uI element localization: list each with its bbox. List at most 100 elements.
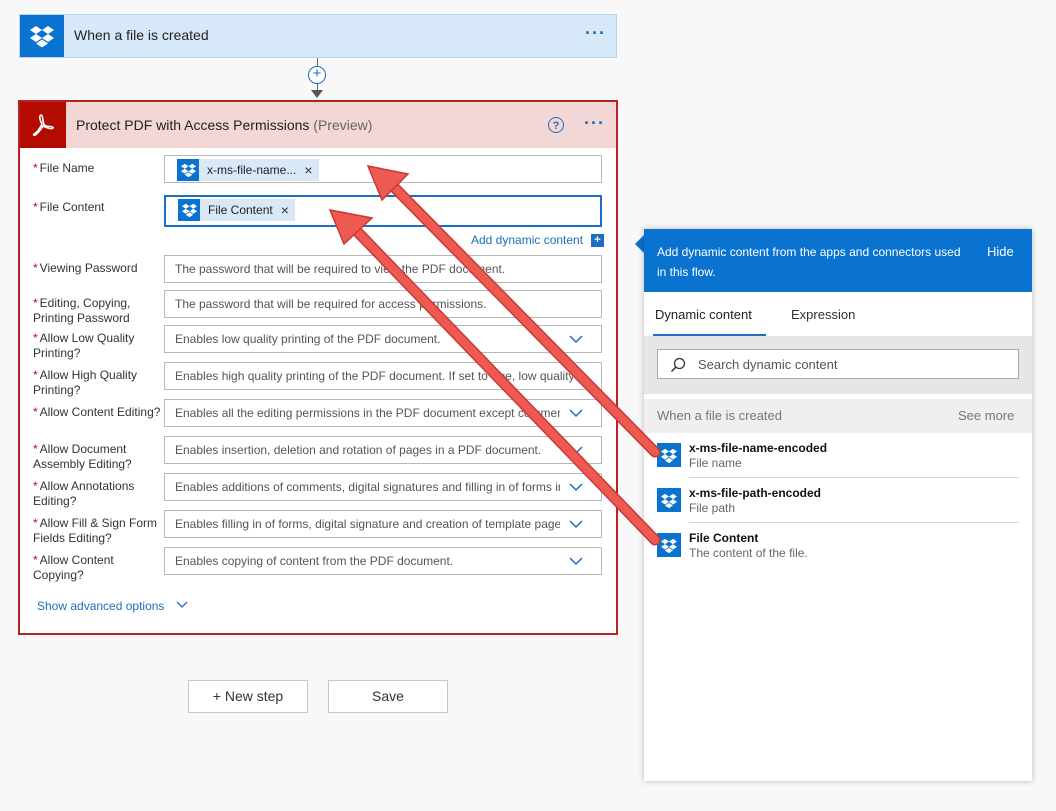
content-editing-select[interactable]: Enables all the editing permissions in t… xyxy=(164,399,602,427)
list-item[interactable]: x-ms-file-name-encoded File name xyxy=(644,439,1032,479)
file-name-field[interactable]: x-ms-file-name... × xyxy=(164,155,602,183)
placeholder-text: Enables copying of content from the PDF … xyxy=(175,554,454,568)
new-step-button[interactable]: + New step xyxy=(188,680,308,713)
content-copying-select[interactable]: Enables copying of content from the PDF … xyxy=(164,547,602,575)
required-marker: * xyxy=(33,553,38,567)
panel-info-text: Add dynamic content from the apps and co… xyxy=(657,245,961,279)
file-content-token[interactable]: File Content × xyxy=(178,199,295,221)
required-marker: * xyxy=(33,296,38,310)
label-text: Viewing Password xyxy=(39,261,138,275)
section-header: When a file is created See more xyxy=(644,399,1032,433)
label-text: Allow High Quality Printing? xyxy=(33,368,138,397)
viewing-password-input[interactable]: The password that will be required to vi… xyxy=(164,255,602,283)
annotations-label: * Allow Annotations Editing? xyxy=(33,479,161,509)
placeholder-text: Enables filling in of forms, digital sig… xyxy=(175,517,560,531)
chevron-down-icon xyxy=(569,409,583,418)
item-name: File Content xyxy=(689,531,759,545)
high-quality-label: * Allow High Quality Printing? xyxy=(33,368,161,398)
save-button[interactable]: Save xyxy=(328,680,448,713)
chevron-down-icon xyxy=(569,335,583,344)
dropbox-icon xyxy=(178,199,200,221)
dropbox-icon xyxy=(177,159,199,181)
high-quality-select[interactable]: Enables high quality printing of the PDF… xyxy=(164,362,602,390)
see-more-link[interactable]: See more xyxy=(958,408,1014,423)
chevron-down-icon xyxy=(569,557,583,566)
show-advanced-label: Show advanced options xyxy=(37,599,165,613)
preview-label: (Preview) xyxy=(313,117,373,133)
required-marker: * xyxy=(33,161,38,175)
dynamic-content-panel: Add dynamic content from the apps and co… xyxy=(644,229,1032,781)
item-desc: File name xyxy=(689,456,742,470)
placeholder-text: The password that will be required to vi… xyxy=(175,262,506,276)
dropbox-icon xyxy=(657,488,681,512)
search-placeholder: Search dynamic content xyxy=(698,357,838,372)
list-item[interactable]: File Content The content of the file. xyxy=(644,529,1032,569)
action-title: Protect PDF with Access Permissions (Pre… xyxy=(76,117,372,133)
arrow-down-icon xyxy=(311,90,323,98)
placeholder-text: Enables high quality printing of the PDF… xyxy=(175,369,575,383)
close-icon[interactable]: × xyxy=(281,197,289,223)
token-label: x-ms-file-name... xyxy=(207,163,297,177)
required-marker: * xyxy=(33,200,38,214)
chevron-down-icon xyxy=(569,520,583,529)
document-assembly-select[interactable]: Enables insertion, deletion and rotation… xyxy=(164,436,602,464)
item-desc: File path xyxy=(689,501,736,515)
item-desc: The content of the file. xyxy=(689,546,808,560)
placeholder-text: The password that will be required for a… xyxy=(175,297,487,311)
section-title: When a file is created xyxy=(657,408,783,423)
annotations-select[interactable]: Enables additions of comments, digital s… xyxy=(164,473,602,501)
editing-password-input[interactable]: The password that will be required for a… xyxy=(164,290,602,318)
token-label: File Content xyxy=(208,203,273,217)
required-marker: * xyxy=(33,479,38,493)
required-marker: * xyxy=(33,442,38,456)
show-advanced-options-link[interactable]: Show advanced options xyxy=(37,599,188,613)
close-icon[interactable]: × xyxy=(304,157,312,182)
low-quality-label: * Allow Low Quality Printing? xyxy=(33,331,161,361)
file-name-label: * File Name xyxy=(33,161,161,176)
action-card: Protect PDF with Access Permissions (Pre… xyxy=(18,100,618,635)
dropbox-icon xyxy=(657,533,681,557)
more-icon[interactable]: ··· xyxy=(584,113,605,134)
chevron-down-icon xyxy=(569,483,583,492)
label-text: Editing, Copying, Printing Password xyxy=(33,296,131,325)
list-item[interactable]: x-ms-file-path-encoded File path xyxy=(644,484,1032,524)
dropbox-icon xyxy=(20,15,64,57)
divider xyxy=(689,477,1019,478)
action-title-text: Protect PDF with Access Permissions xyxy=(76,117,310,133)
fill-sign-select[interactable]: Enables filling in of forms, digital sig… xyxy=(164,510,602,538)
search-icon xyxy=(670,357,686,373)
help-icon[interactable]: ? xyxy=(548,117,564,133)
hide-button[interactable]: Hide xyxy=(987,244,1014,259)
add-icon[interactable]: + xyxy=(591,234,604,247)
required-marker: * xyxy=(33,516,38,530)
panel-pointer xyxy=(635,235,644,253)
add-dynamic-content-link[interactable]: Add dynamic content xyxy=(471,233,583,247)
more-icon[interactable]: ··· xyxy=(585,23,606,44)
action-header[interactable]: Protect PDF with Access Permissions (Pre… xyxy=(20,102,616,148)
divider xyxy=(689,522,1019,523)
editing-password-label: * Editing, Copying, Printing Password xyxy=(33,296,161,326)
label-text: File Content xyxy=(39,200,105,214)
low-quality-select[interactable]: Enables low quality printing of the PDF … xyxy=(164,325,602,353)
tab-dynamic-content[interactable]: Dynamic content xyxy=(655,307,752,322)
search-input[interactable]: Search dynamic content xyxy=(657,349,1019,379)
label-text: Allow Content Editing? xyxy=(39,405,161,419)
file-name-token[interactable]: x-ms-file-name... × xyxy=(177,159,319,181)
file-content-label: * File Content xyxy=(33,200,161,215)
fill-sign-label: * Allow Fill & Sign Form Fields Editing? xyxy=(33,516,161,546)
trigger-card[interactable]: When a file is created ··· xyxy=(19,14,617,58)
placeholder-text: Enables low quality printing of the PDF … xyxy=(175,332,441,346)
content-editing-label: * Allow Content Editing? xyxy=(33,405,161,420)
file-content-field[interactable]: File Content × xyxy=(164,195,602,227)
chevron-down-icon xyxy=(176,601,188,608)
content-copying-label: * Allow Content Copying? xyxy=(33,553,161,583)
add-step-icon[interactable]: + xyxy=(308,66,326,84)
label-text: Allow Low Quality Printing? xyxy=(33,331,135,360)
item-name: x-ms-file-path-encoded xyxy=(689,486,822,500)
viewing-password-label: * Viewing Password xyxy=(33,261,161,276)
item-name: x-ms-file-name-encoded xyxy=(689,441,828,455)
tab-expression[interactable]: Expression xyxy=(791,307,855,322)
label-text: Allow Fill & Sign Form Fields Editing? xyxy=(33,516,158,545)
label-text: Allow Content Copying? xyxy=(33,553,114,582)
trigger-title: When a file is created xyxy=(74,27,209,43)
